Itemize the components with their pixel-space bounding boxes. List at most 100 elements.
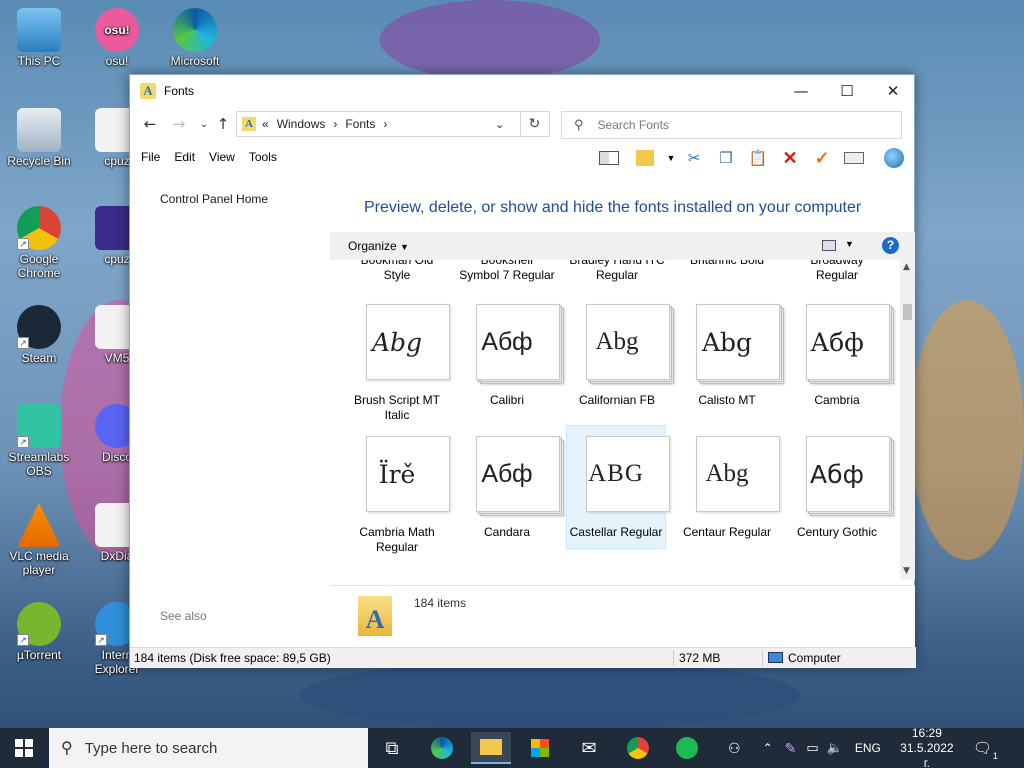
search-input[interactable]: ⚲ Search Fonts bbox=[561, 111, 902, 139]
menu-view[interactable]: View bbox=[202, 150, 242, 164]
properties-icon[interactable] bbox=[843, 147, 865, 169]
scroll-up-icon[interactable]: ▲ bbox=[903, 262, 910, 272]
language-indicator[interactable]: ENG bbox=[855, 741, 881, 755]
file-explorer-icon[interactable] bbox=[471, 732, 511, 764]
font-tile[interactable]: Абф Candara bbox=[457, 432, 564, 558]
item-count: 184 items bbox=[414, 596, 467, 610]
breadcrumb-windows[interactable]: Windows bbox=[277, 117, 326, 131]
font-tile[interactable]: Bookman Old Style bbox=[347, 260, 447, 286]
desktop-icon-utorrent[interactable]: ↗ µTorrent bbox=[1, 602, 77, 662]
close-button[interactable]: ✕ bbox=[870, 75, 916, 106]
change-view-icon[interactable] bbox=[822, 240, 836, 251]
font-tile[interactable]: Абф Century Gothic bbox=[787, 432, 894, 558]
menu-file[interactable]: File bbox=[134, 150, 167, 164]
view-dropdown-icon[interactable]: ▼ bbox=[660, 147, 682, 169]
delete-icon[interactable]: ✕ bbox=[779, 147, 801, 169]
font-name-line2: Regular bbox=[375, 540, 419, 554]
font-name: Britannic Bold bbox=[689, 260, 765, 267]
help-icon[interactable]: ? bbox=[882, 237, 899, 254]
font-tile[interactable]: Abg Centaur Regular bbox=[677, 432, 780, 558]
computer-icon bbox=[768, 652, 783, 663]
font-name: Brush Script MT bbox=[353, 393, 440, 407]
desktop-icon-steam[interactable]: ↗ Steam bbox=[1, 305, 77, 365]
network-icon[interactable]: ▭ bbox=[806, 740, 818, 756]
breadcrumb-fonts[interactable]: Fonts bbox=[345, 117, 375, 131]
cut-icon[interactable]: ✂ bbox=[683, 147, 705, 169]
notification-center-icon[interactable]: 🗨 1 bbox=[973, 739, 998, 761]
status-bar: 184 items (Disk free space: 89,5 GB) 372… bbox=[130, 647, 916, 668]
font-tile[interactable]: Bookshelf Symbol 7 Regular bbox=[457, 260, 557, 286]
breadcrumb-separator[interactable]: › bbox=[383, 117, 387, 131]
edge-icon[interactable] bbox=[422, 732, 462, 764]
spotify-icon[interactable] bbox=[667, 732, 707, 764]
desktop-icon-streamlabs-obs[interactable]: ↗ Streamlabs OBS bbox=[1, 404, 77, 478]
show-hidden-icons-chevron-icon[interactable]: ⌃ bbox=[763, 741, 773, 755]
font-tile[interactable]: Abg Brush Script MT Italic bbox=[347, 300, 450, 426]
font-tile[interactable]: Bradley Hand ITC Regular bbox=[567, 260, 667, 286]
font-tile[interactable]: Abg Calisto MT bbox=[677, 300, 784, 426]
pen-icon[interactable]: ✎ bbox=[785, 740, 797, 757]
scroll-thumb[interactable] bbox=[903, 304, 912, 320]
font-tile[interactable]: Абф Cambria bbox=[787, 300, 894, 426]
font-sample: Abg bbox=[371, 328, 423, 357]
task-view-icon[interactable]: ⧉ bbox=[372, 732, 412, 764]
desktop-icon-this-pc[interactable]: This PC bbox=[1, 8, 77, 68]
status-divider bbox=[762, 650, 763, 666]
font-name: Centaur Regular bbox=[682, 525, 772, 539]
chrome-icon[interactable] bbox=[618, 732, 658, 764]
font-name: Calibri bbox=[489, 393, 524, 407]
up-arrow-icon[interactable]: ↑ bbox=[211, 112, 235, 136]
title-bar[interactable]: A Fonts — ☐ ✕ bbox=[130, 75, 914, 106]
desktop-icon-osu[interactable]: osu! osu! bbox=[79, 8, 155, 68]
menu-tools[interactable]: Tools bbox=[242, 150, 284, 164]
font-sample: Abg bbox=[595, 328, 639, 355]
font-name-line2: Italic bbox=[384, 408, 410, 422]
menu-edit[interactable]: Edit bbox=[167, 150, 202, 164]
control-panel-home-link[interactable]: Control Panel Home bbox=[160, 192, 268, 206]
organize-button[interactable]: Organize ▼ bbox=[348, 239, 409, 253]
back-arrow-icon[interactable]: ← bbox=[138, 112, 162, 136]
taskbar-search-input[interactable]: ⚲ Type here to search bbox=[49, 728, 368, 768]
desktop-icon-vlc[interactable]: VLC media player bbox=[1, 503, 77, 577]
folder-view-icon[interactable] bbox=[634, 147, 656, 169]
globe-icon[interactable] bbox=[883, 147, 905, 169]
taskbar-search-placeholder: Type here to search bbox=[84, 739, 218, 757]
search-icon: ⚲ bbox=[61, 740, 73, 757]
checkmark-icon[interactable]: ✓ bbox=[811, 147, 833, 169]
breadcrumb-root[interactable]: « bbox=[262, 117, 269, 131]
maximize-button[interactable]: ☐ bbox=[824, 75, 870, 106]
refresh-icon[interactable]: ↻ bbox=[520, 111, 548, 137]
forward-arrow-icon[interactable]: → bbox=[167, 112, 191, 136]
desktop-icon-recycle-bin[interactable]: Recycle Bin bbox=[1, 108, 77, 168]
address-bar[interactable]: A « Windows › Fonts › ⌄ bbox=[236, 111, 550, 137]
preview-pane-icon[interactable] bbox=[598, 147, 620, 169]
search-icon: ⚲ bbox=[574, 117, 584, 132]
font-tile-selected[interactable]: ABG Castellar Regular bbox=[566, 425, 670, 549]
scroll-down-icon[interactable]: ▼ bbox=[903, 566, 910, 576]
people-icon[interactable]: ⚇ bbox=[728, 740, 741, 757]
minimize-button[interactable]: — bbox=[778, 75, 824, 106]
start-windows-icon[interactable] bbox=[4, 732, 44, 764]
mail-icon[interactable]: ✉ bbox=[569, 732, 609, 764]
wallpaper-shape bbox=[910, 300, 1024, 560]
vertical-scrollbar[interactable]: ▲ ▼ bbox=[900, 260, 915, 580]
clock[interactable]: 16:29 31.5.2022 г. bbox=[897, 726, 957, 768]
fonts-folder-icon: A bbox=[242, 117, 256, 131]
view-options-chevron-icon[interactable]: ▼ bbox=[845, 239, 854, 249]
font-sample: Абф bbox=[810, 328, 864, 357]
font-tile[interactable]: Ïrě Cambria Math Regular bbox=[347, 432, 450, 558]
font-tile[interactable]: Britannic Bold bbox=[677, 260, 777, 286]
volume-icon[interactable]: 🔈 bbox=[827, 740, 843, 756]
paste-icon[interactable]: 📋 bbox=[747, 147, 769, 169]
desktop-icon-google-chrome[interactable]: ↗ Google Chrome bbox=[1, 206, 77, 280]
breadcrumb-separator[interactable]: › bbox=[333, 117, 337, 131]
desktop-icon-microsoft-edge[interactable]: Microsoft bbox=[157, 8, 233, 68]
font-name-line2: Regular bbox=[595, 268, 639, 282]
wallpaper-shape bbox=[380, 0, 600, 80]
address-dropdown-icon[interactable]: ⌄ bbox=[495, 118, 504, 131]
font-tile[interactable]: Broadway Regular bbox=[787, 260, 887, 286]
font-tile[interactable]: Abg Californian FB bbox=[567, 300, 674, 426]
font-tile[interactable]: Абф Calibri bbox=[457, 300, 564, 426]
copy-icon[interactable]: ❐ bbox=[715, 147, 737, 169]
microsoft-store-icon[interactable] bbox=[520, 732, 560, 764]
